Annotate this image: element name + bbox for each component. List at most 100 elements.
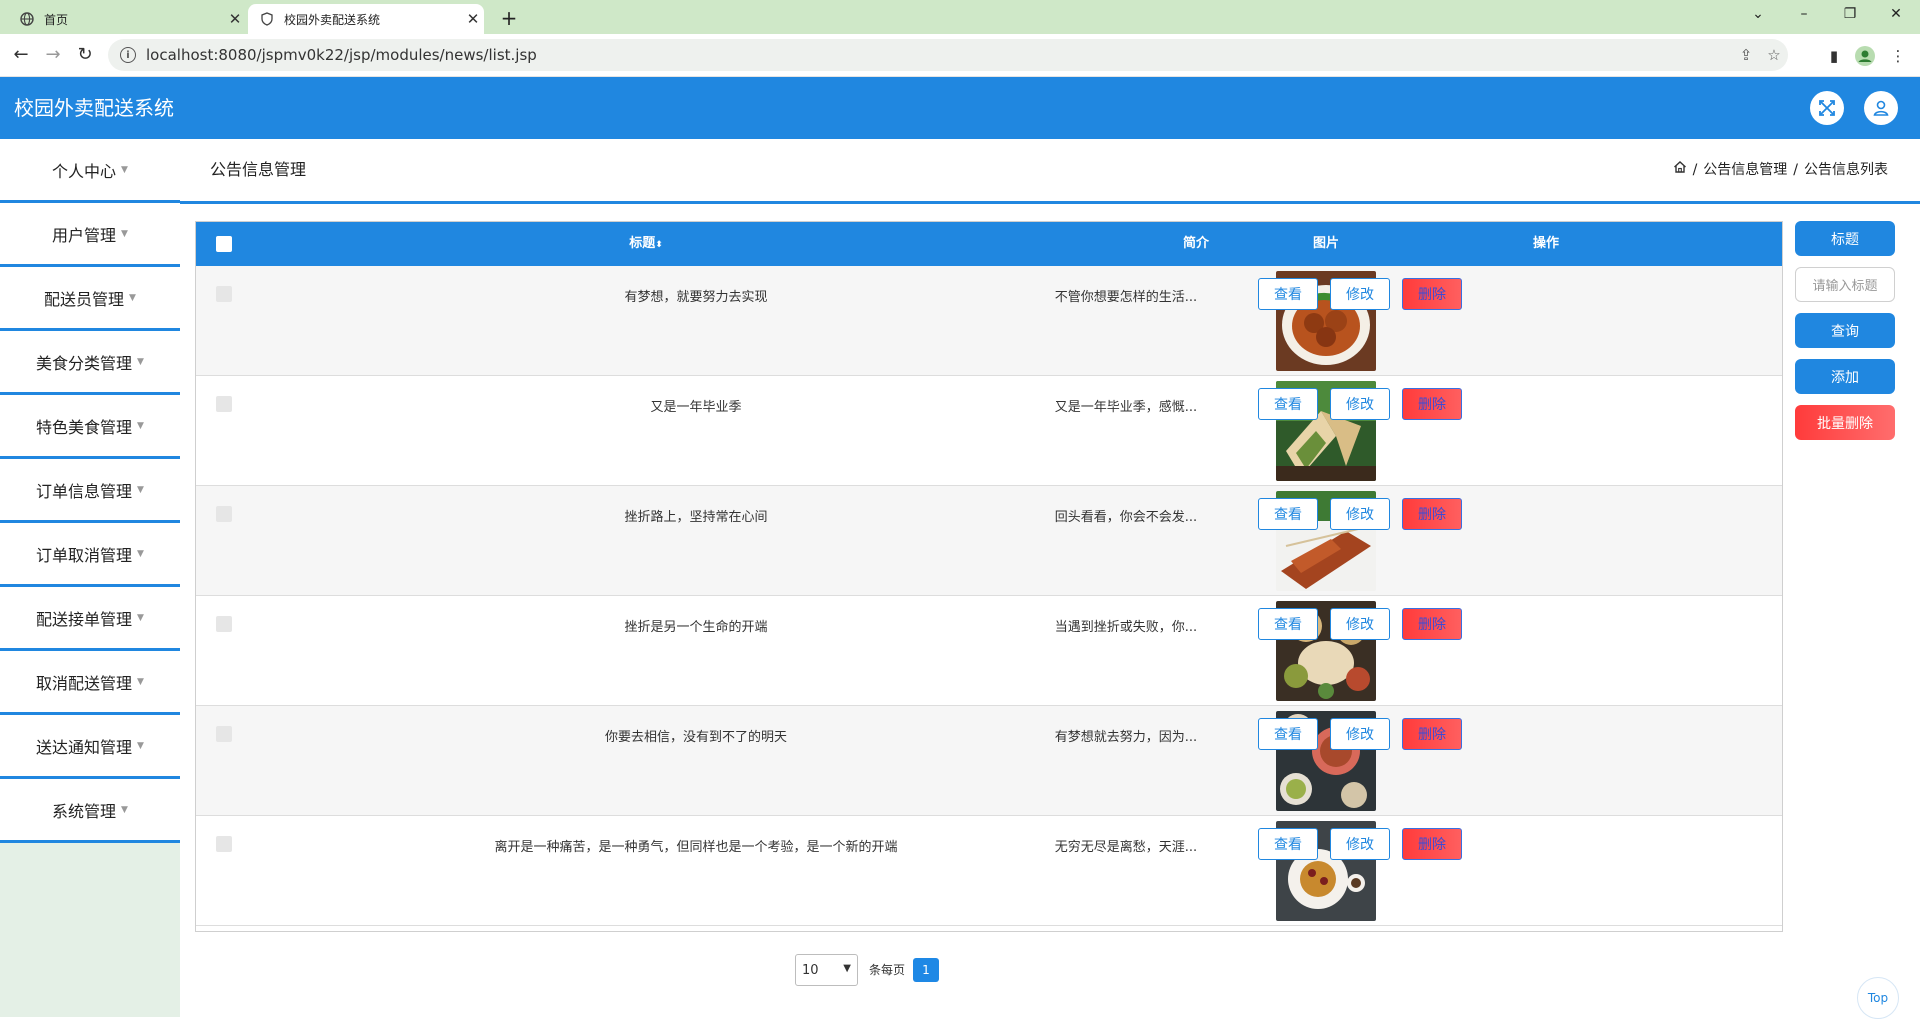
breadcrumb-bar: 公告信息管理 / 公告信息管理 / 公告信息列表 (180, 139, 1920, 204)
column-title[interactable]: 标题⬍ (546, 222, 746, 266)
edit-button[interactable]: 修改 (1330, 828, 1390, 860)
sidebar-item-user-management[interactable]: 用户管理 ▼ (0, 203, 180, 267)
row-checkbox[interactable] (216, 616, 232, 632)
table-row: 离开是一种痛苦，是一种勇气，但同样也是一个考验，是一个新的开端 无穷无尽是离愁，… (196, 816, 1782, 926)
table-row: 挫折路上，坚持常在心间 回头看看，你会不会发... 查看 修改 删除 (196, 486, 1782, 596)
row-intro: 回头看看，你会不会发... (1054, 510, 1198, 525)
tab-search-icon[interactable]: ⌄ (1736, 0, 1780, 30)
sidepanel-icon[interactable]: ▮ (1820, 42, 1848, 70)
site-info-icon[interactable]: i (120, 47, 136, 63)
browser-tab-home[interactable]: 首页 ✕ (8, 4, 246, 34)
sidebar-item-order-cancel[interactable]: 订单取消管理 ▼ (0, 523, 180, 587)
sidebar-item-order-info[interactable]: 订单信息管理 ▼ (0, 459, 180, 523)
per-page-label: 条每页 (869, 963, 906, 977)
menu-dots-icon[interactable]: ⋮ (1884, 42, 1912, 70)
home-icon[interactable] (1673, 139, 1687, 201)
breadcrumb-level1[interactable]: 公告信息管理 (1703, 139, 1787, 201)
restore-icon[interactable]: ❐ (1828, 0, 1872, 30)
row-title: 挫折路上，坚持常在心间 (624, 510, 768, 525)
back-to-top-button[interactable]: Top (1857, 977, 1899, 1019)
caret-down-icon: ▼ (121, 228, 128, 239)
sidebar-item-delivery-notice[interactable]: 送达通知管理 ▼ (0, 715, 180, 779)
row-title: 挫折是另一个生命的开端 (624, 620, 768, 635)
delete-button[interactable]: 删除 (1402, 828, 1462, 860)
sidebar-item-label: 用户管理 (52, 225, 117, 245)
page-number-current[interactable]: 1 (913, 958, 939, 982)
view-button[interactable]: 查看 (1258, 828, 1318, 860)
row-checkbox[interactable] (216, 286, 232, 302)
app-header: 校园外卖配送系统 (0, 77, 1920, 139)
caret-down-icon: ▼ (137, 676, 144, 687)
close-tab-icon[interactable]: ✕ (462, 10, 484, 28)
sidebar-item-label: 取消配送管理 (36, 673, 133, 693)
browser-tabbar: 首页 ✕ 校园外卖配送系统 ✕ + ⌄ – ❐ ✕ (0, 0, 1920, 34)
add-button[interactable]: 添加 (1795, 359, 1895, 394)
forward-icon[interactable]: → (38, 40, 68, 70)
breadcrumb-level2: 公告信息列表 (1804, 162, 1888, 178)
fullscreen-icon[interactable] (1810, 91, 1844, 125)
edit-button[interactable]: 修改 (1330, 608, 1390, 640)
query-button[interactable]: 查询 (1795, 313, 1895, 348)
close-tab-icon[interactable]: ✕ (224, 10, 246, 28)
sidebar-item-delivery-accept[interactable]: 配送接单管理 ▼ (0, 587, 180, 651)
title-field-label: 标题 (1795, 221, 1895, 256)
breadcrumb-separator: / (1692, 162, 1698, 178)
column-actions: 操作 (1532, 236, 1559, 251)
row-intro: 当遇到挫折或失败，你... (1054, 620, 1198, 635)
view-button[interactable]: 查看 (1258, 388, 1318, 420)
sidebar-item-system[interactable]: 系统管理 ▼ (0, 779, 180, 843)
view-button[interactable]: 查看 (1258, 608, 1318, 640)
row-intro: 无穷无尽是离愁，天涯... (1054, 840, 1198, 855)
minimize-icon[interactable]: – (1782, 0, 1826, 30)
new-tab-button[interactable]: + (494, 4, 524, 32)
sidebar-item-label: 系统管理 (52, 801, 117, 821)
caret-down-icon: ▼ (121, 164, 128, 175)
sidebar-item-featured-food[interactable]: 特色美食管理 ▼ (0, 395, 180, 459)
sidebar-item-delivery-cancel[interactable]: 取消配送管理 ▼ (0, 651, 180, 715)
sidebar-item-label: 特色美食管理 (36, 417, 133, 437)
sidebar-item-label: 订单信息管理 (36, 481, 133, 501)
browser-tab-active[interactable]: 校园外卖配送系统 ✕ (248, 4, 484, 34)
delete-button[interactable]: 删除 (1402, 388, 1462, 420)
row-title: 又是一年毕业季 (650, 400, 742, 415)
address-bar[interactable]: i localhost:8080/jspmv0k22/jsp/modules/n… (108, 39, 1788, 71)
caret-down-icon: ▼ (121, 804, 128, 815)
sidebar-item-courier-management[interactable]: 配送员管理 ▼ (0, 267, 180, 331)
select-all-checkbox[interactable] (216, 236, 232, 252)
share-icon[interactable]: ⇪ (1732, 46, 1760, 64)
row-checkbox[interactable] (216, 396, 232, 412)
row-checkbox[interactable] (216, 836, 232, 852)
row-checkbox[interactable] (216, 726, 232, 742)
row-title: 有梦想，就要努力去实现 (624, 290, 768, 305)
sort-icon[interactable]: ⬍ (655, 240, 663, 250)
sidebar-item-personal-center[interactable]: 个人中心 ▼ (0, 139, 180, 203)
sidebar: 个人中心 ▼ 用户管理 ▼ 配送员管理 ▼ 美食分类管理 ▼ 特色美食管理 ▼ 订单信息管… (0, 139, 180, 1017)
column-intro: 简介 (1182, 236, 1209, 251)
profile-icon[interactable] (1851, 42, 1879, 70)
bookmark-star-icon[interactable]: ☆ (1760, 46, 1788, 64)
edit-button[interactable]: 修改 (1330, 278, 1390, 310)
view-button[interactable]: 查看 (1258, 718, 1318, 750)
delete-button[interactable]: 删除 (1402, 608, 1462, 640)
delete-button[interactable]: 删除 (1402, 278, 1462, 310)
title-search-input[interactable]: 请输入标题 (1795, 267, 1895, 302)
close-window-icon[interactable]: ✕ (1874, 0, 1918, 30)
page-title: 公告信息管理 (210, 160, 307, 179)
edit-button[interactable]: 修改 (1330, 718, 1390, 750)
reload-icon[interactable]: ↻ (70, 40, 100, 70)
row-checkbox[interactable] (216, 506, 232, 522)
delete-button[interactable]: 删除 (1402, 498, 1462, 530)
table-row: 挫折是另一个生命的开端 当遇到挫折或失败，你... 查看 修改 删除 (196, 596, 1782, 706)
edit-button[interactable]: 修改 (1330, 388, 1390, 420)
delete-button[interactable]: 删除 (1402, 718, 1462, 750)
view-button[interactable]: 查看 (1258, 278, 1318, 310)
sidebar-item-food-category[interactable]: 美食分类管理 ▼ (0, 331, 180, 395)
edit-button[interactable]: 修改 (1330, 498, 1390, 530)
sidebar-item-label: 配送接单管理 (36, 609, 133, 629)
page-size-select[interactable]: 10 ▼ (795, 954, 858, 986)
user-avatar-icon[interactable] (1864, 91, 1898, 125)
batch-delete-button[interactable]: 批量删除 (1795, 405, 1895, 440)
row-intro: 又是一年毕业季，感慨... (1054, 400, 1198, 415)
view-button[interactable]: 查看 (1258, 498, 1318, 530)
back-icon[interactable]: ← (6, 40, 36, 70)
